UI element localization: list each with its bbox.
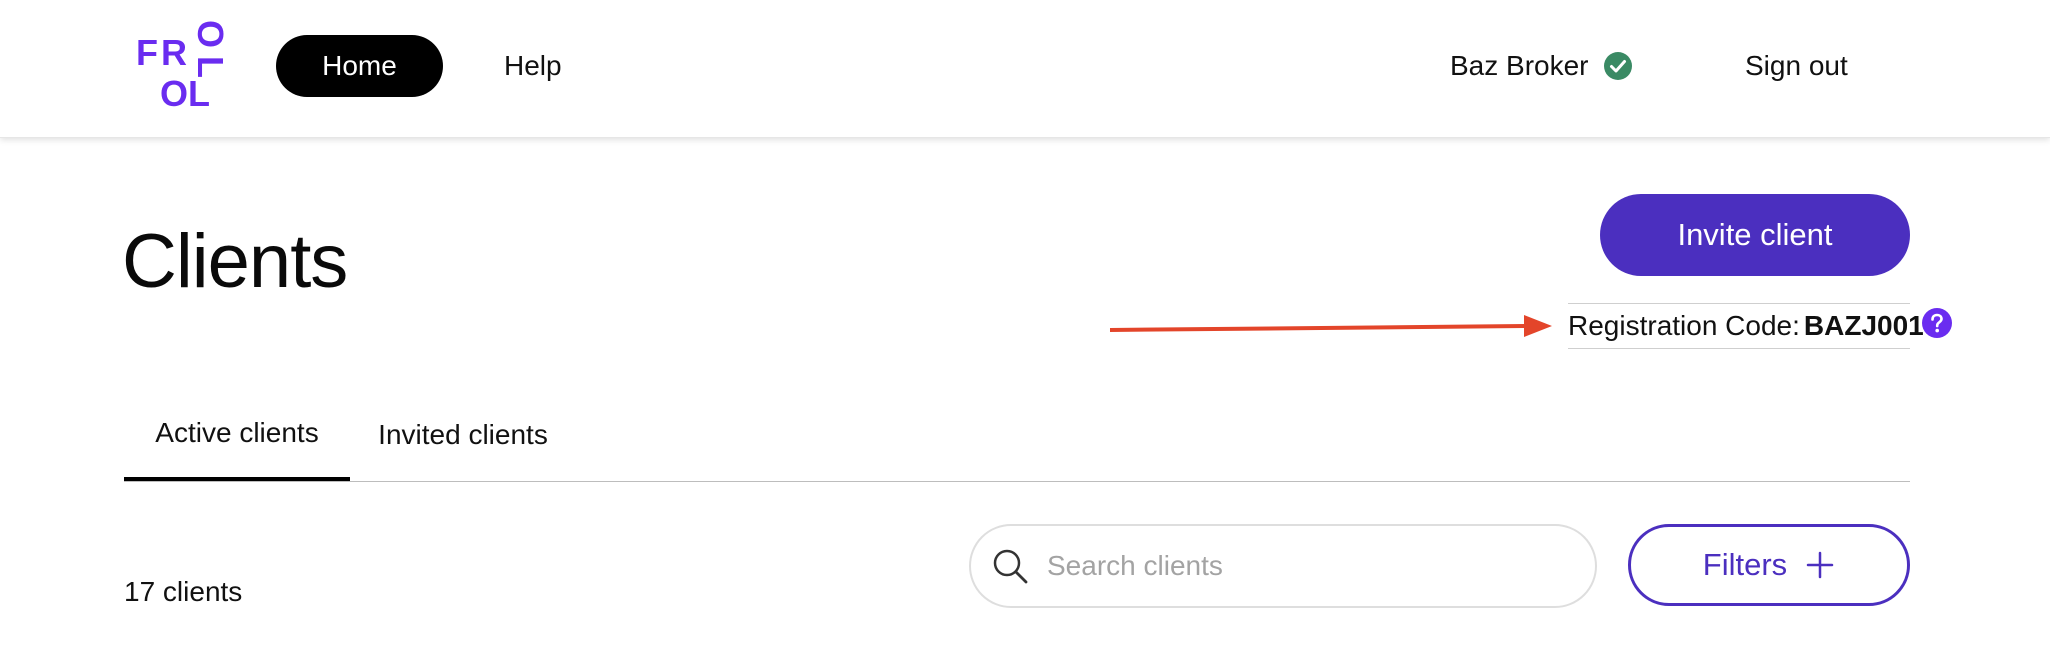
search-icon — [993, 549, 1028, 584]
search-input[interactable] — [1045, 549, 1569, 583]
user-info: Baz Broker — [1450, 35, 1633, 97]
registration-code-value: BAZJ001 — [1803, 310, 1924, 341]
plus-icon — [1806, 551, 1834, 579]
logo-letter-l: L — [188, 73, 210, 114]
tab-active-clients[interactable]: Active clients — [124, 388, 350, 481]
user-name: Baz Broker — [1450, 50, 1589, 81]
frolol-logo[interactable]: F R O L O L — [136, 20, 236, 116]
red-arrow-annotation — [1109, 315, 1552, 337]
logo-letter-f: F — [136, 32, 158, 73]
filters-label: Filters — [1702, 547, 1788, 582]
client-tabs: Active clients Invited clients — [124, 388, 1910, 482]
invite-client-button[interactable]: Invite client — [1600, 194, 1910, 276]
search-box[interactable] — [969, 524, 1597, 608]
registration-code: Registration Code: BAZJ001 — [1568, 303, 1924, 349]
logo-letter-o: O — [160, 73, 188, 114]
registration-code-label: Registration Code: — [1568, 310, 1800, 341]
nav-help-link[interactable]: Help — [504, 35, 562, 97]
client-count: 17 clients — [124, 576, 243, 607]
nav-home-button[interactable]: Home — [276, 35, 443, 97]
check-circle-icon — [1603, 52, 1632, 80]
tab-invited-clients[interactable]: Invited clients — [350, 388, 576, 481]
logo-letter-o-rotated: O — [190, 20, 231, 48]
logo-letter-l-rotated: L — [190, 56, 231, 78]
top-header: F R O L O L Home Help Baz Broker Sign ou… — [0, 0, 2050, 138]
sign-out-link[interactable]: Sign out — [1745, 35, 1848, 97]
page-title: Clients — [122, 219, 348, 304]
question-circle-icon[interactable] — [1921, 307, 1953, 339]
filters-button[interactable]: Filters — [1628, 524, 1910, 606]
logo-letter-r: R — [161, 32, 187, 73]
